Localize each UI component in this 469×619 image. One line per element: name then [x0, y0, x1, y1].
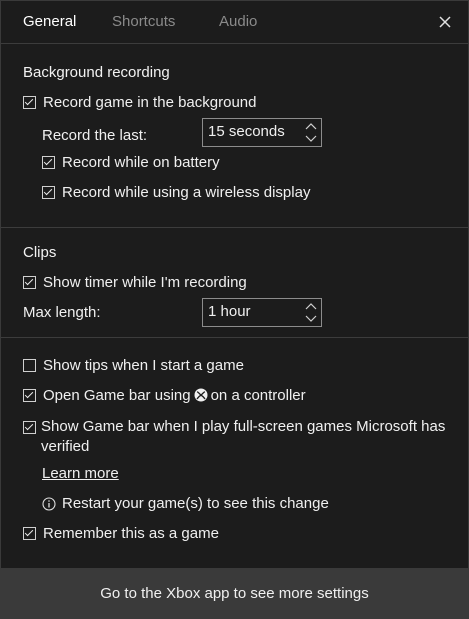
- close-button[interactable]: [436, 13, 454, 31]
- record-wireless-option[interactable]: Record while using a wireless display: [42, 184, 310, 201]
- open-game-bar-text-start: Open Game bar using: [43, 387, 191, 404]
- remember-game-option[interactable]: Remember this as a game: [23, 525, 219, 542]
- show-tips-label: Show tips when I start a game: [43, 357, 244, 374]
- background-recording-heading: Background recording: [23, 64, 170, 81]
- record-battery-checkbox[interactable]: [42, 156, 55, 169]
- record-wireless-checkbox[interactable]: [42, 186, 55, 199]
- section-divider: [1, 227, 468, 228]
- record-battery-label: Record while on battery: [62, 154, 220, 171]
- show-tips-option[interactable]: Show tips when I start a game: [23, 357, 244, 374]
- record-last-value: 15 seconds: [208, 123, 285, 140]
- show-timer-option[interactable]: Show timer while I'm recording: [23, 274, 247, 291]
- remember-game-checkbox[interactable]: [23, 527, 36, 540]
- show-tips-checkbox[interactable]: [23, 359, 36, 372]
- record-wireless-label: Record while using a wireless display: [62, 184, 311, 201]
- restart-note: Restart your game(s) to see this change: [42, 495, 329, 512]
- learn-more-link[interactable]: Learn more: [42, 465, 119, 482]
- up-down-arrows-icon[interactable]: [304, 301, 318, 324]
- record-last-label: Record the last:: [42, 127, 148, 144]
- section-divider: [1, 337, 468, 338]
- record-battery-option[interactable]: Record while on battery: [42, 154, 220, 171]
- max-length-value: 1 hour: [208, 303, 251, 320]
- max-length-stepper[interactable]: 1 hour: [202, 298, 322, 327]
- up-down-arrows-icon[interactable]: [304, 121, 318, 144]
- record-last-stepper[interactable]: 15 seconds: [202, 118, 322, 147]
- fullscreen-label: Show Game bar when I play full-screen ga…: [41, 418, 446, 455]
- tab-general[interactable]: General: [23, 13, 76, 30]
- record-background-option[interactable]: Record game in the background: [23, 94, 256, 111]
- record-background-label: Record game in the background: [43, 94, 257, 111]
- fullscreen-checkbox[interactable]: [23, 421, 36, 434]
- record-background-checkbox[interactable]: [23, 96, 36, 109]
- xbox-logo-icon: [194, 388, 208, 402]
- open-game-bar-text-end: on a controller: [210, 387, 306, 404]
- clips-heading: Clips: [23, 244, 57, 261]
- fullscreen-option[interactable]: Show Game bar when I play full-screen ga…: [23, 417, 453, 457]
- info-icon: [42, 496, 56, 511]
- max-length-label: Max length:: [23, 304, 101, 321]
- close-icon: [439, 16, 451, 28]
- xbox-app-button-label: Go to the Xbox app to see more settings: [100, 584, 369, 602]
- tab-bar: General Shortcuts Audio: [1, 1, 468, 44]
- tab-shortcuts[interactable]: Shortcuts: [112, 13, 175, 30]
- tab-audio[interactable]: Audio: [219, 13, 257, 30]
- restart-note-text: Restart your game(s) to see this change: [62, 495, 329, 512]
- remember-game-label: Remember this as a game: [43, 525, 219, 542]
- game-bar-settings-window: General Shortcuts Audio Background recor…: [0, 0, 469, 619]
- open-game-bar-option[interactable]: Open Game bar using on a controller: [23, 387, 306, 404]
- show-timer-checkbox[interactable]: [23, 276, 36, 289]
- xbox-app-button[interactable]: Go to the Xbox app to see more settings: [1, 568, 468, 618]
- show-timer-label: Show timer while I'm recording: [43, 274, 247, 291]
- open-game-bar-label: Open Game bar using on a controller: [43, 387, 306, 404]
- open-game-bar-checkbox[interactable]: [23, 389, 36, 402]
